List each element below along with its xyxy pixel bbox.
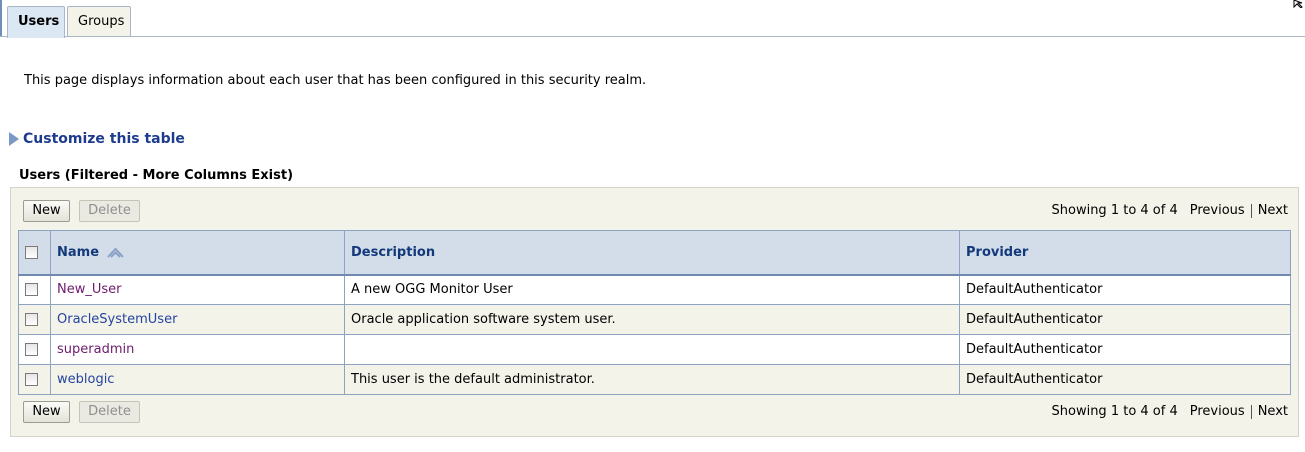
description-cell	[344, 334, 960, 365]
column-header-description[interactable]: Description	[344, 230, 960, 276]
page-description: This page displays information about eac…	[24, 73, 647, 88]
table-row: weblogic This user is the default admini…	[18, 364, 1291, 395]
tab-users[interactable]: Users	[7, 6, 65, 38]
row-select-cell	[18, 304, 51, 335]
name-cell: superadmin	[50, 334, 345, 365]
row-select-cell	[18, 274, 51, 305]
previous-link[interactable]: Previous	[1190, 203, 1245, 218]
showing-count: Showing 1 to 4 of 4	[1051, 203, 1178, 218]
table-row: New_User A new OGG Monitor User DefaultA…	[18, 274, 1291, 305]
select-all-header	[18, 230, 51, 276]
column-header-name-label[interactable]: Name	[57, 245, 99, 260]
row-checkbox[interactable]	[25, 343, 38, 356]
row-select-cell	[18, 334, 51, 365]
name-cell: OracleSystemUser	[50, 304, 345, 335]
table-row: superadmin DefaultAuthenticator	[18, 334, 1291, 365]
select-all-checkbox[interactable]	[25, 245, 38, 259]
pager-separator	[1250, 203, 1252, 218]
new-button-bottom[interactable]: New	[23, 401, 70, 423]
provider-cell: DefaultAuthenticator	[959, 274, 1291, 305]
column-header-provider[interactable]: Provider	[959, 230, 1291, 276]
showing-count: Showing 1 to 4 of 4	[1051, 404, 1178, 419]
table-row: OracleSystemUser Oracle application soft…	[18, 304, 1291, 335]
row-checkbox[interactable]	[25, 313, 38, 326]
row-select-cell	[18, 364, 51, 395]
column-header-name[interactable]: Name	[50, 230, 345, 276]
name-cell: weblogic	[50, 364, 345, 395]
new-button-top[interactable]: New	[23, 200, 70, 222]
customize-table-toggle[interactable]: Customize this table	[9, 131, 185, 147]
tab-bar-edge	[0, 0, 2, 37]
description-cell: A new OGG Monitor User	[344, 274, 960, 305]
provider-cell: DefaultAuthenticator	[959, 364, 1291, 395]
user-name-link[interactable]: weblogic	[57, 372, 114, 387]
mouse-cursor-icon	[1293, 0, 1303, 8]
user-name-link[interactable]: OracleSystemUser	[57, 312, 177, 327]
description-cell: This user is the default administrator.	[344, 364, 960, 395]
name-cell: New_User	[50, 274, 345, 305]
pagination-bottom: Showing 1 to 4 of 4 Previous Next	[1052, 404, 1289, 419]
triangle-right-icon	[9, 132, 19, 146]
customize-table-link[interactable]: Customize this table	[23, 131, 185, 147]
table-header-row: Name Description Provider	[18, 230, 1291, 276]
sort-ascending-icon[interactable]	[106, 247, 124, 258]
tab-divider	[0, 36, 1305, 37]
table-title: Users (Filtered - More Columns Exist)	[19, 168, 294, 183]
delete-button-top: Delete	[79, 200, 140, 222]
previous-link[interactable]: Previous	[1190, 404, 1245, 419]
tab-groups[interactable]: Groups	[67, 6, 131, 37]
row-checkbox[interactable]	[25, 283, 38, 297]
description-cell: Oracle application software system user.	[344, 304, 960, 335]
provider-cell: DefaultAuthenticator	[959, 304, 1291, 335]
users-table: Name Description Provider New_User A new…	[18, 230, 1291, 395]
tab-bar: Users Groups	[0, 0, 1305, 38]
user-name-link[interactable]: superadmin	[57, 342, 134, 357]
provider-cell: DefaultAuthenticator	[959, 334, 1291, 365]
pagination-top: Showing 1 to 4 of 4 Previous Next	[1052, 203, 1289, 218]
next-link[interactable]: Next	[1258, 404, 1288, 419]
user-name-link[interactable]: New_User	[57, 282, 122, 297]
next-link[interactable]: Next	[1258, 203, 1288, 218]
delete-button-bottom: Delete	[79, 401, 140, 423]
pager-separator	[1250, 404, 1252, 419]
row-checkbox[interactable]	[25, 373, 38, 386]
